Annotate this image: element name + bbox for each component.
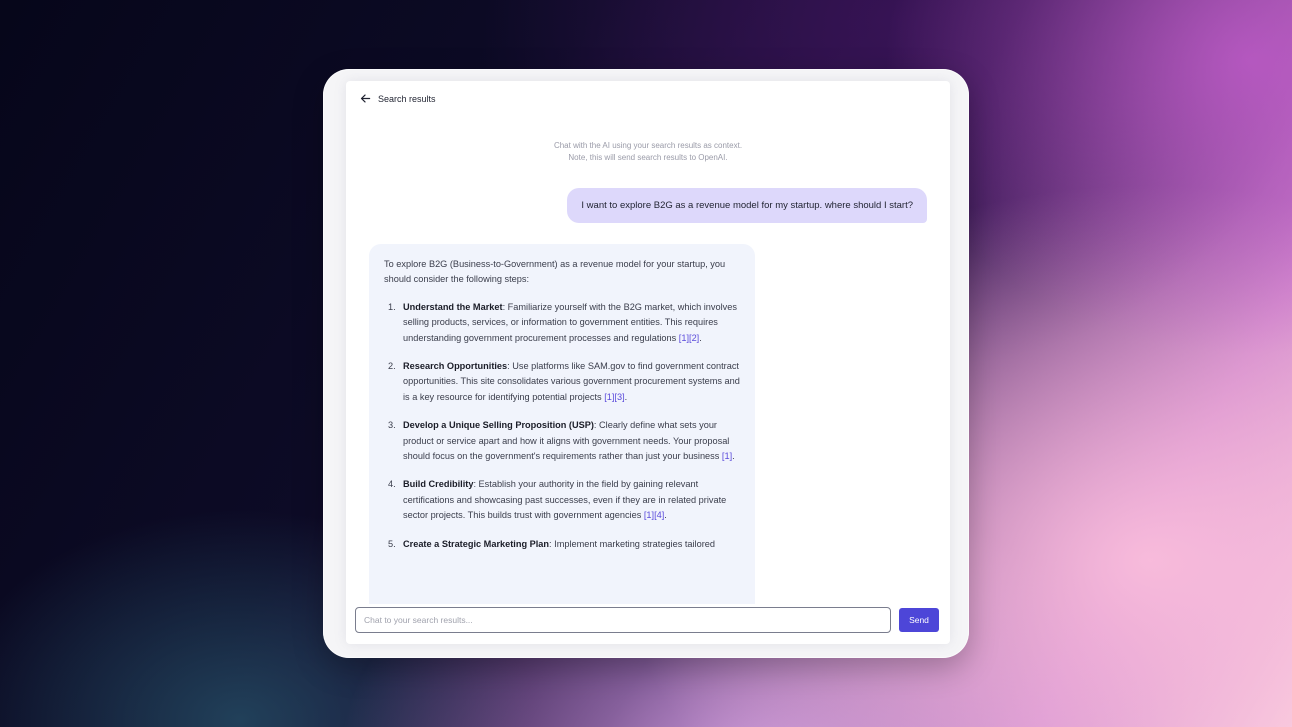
citation-link[interactable]: [1][2] <box>679 333 699 343</box>
chat-composer: Send <box>355 606 939 634</box>
step-end: . <box>732 451 735 462</box>
ai-message: To explore B2G (Business-to-Government) … <box>369 244 755 604</box>
ai-steps-list: 1. Understand the Market: Familiarize yo… <box>384 300 741 552</box>
step-number: 5. <box>388 538 396 549</box>
list-item: 2. Research Opportunities: Use platforms… <box>384 359 741 405</box>
back-to-search-results[interactable]: Search results <box>360 93 436 104</box>
list-item: 3. Develop a Unique Selling Proposition … <box>384 418 741 464</box>
ai-intro: To explore B2G (Business-to-Government) … <box>384 259 726 285</box>
step-end: . <box>664 510 667 521</box>
step-title: Develop a Unique Selling Proposition (US… <box>403 420 594 431</box>
step-end: . <box>624 391 628 402</box>
step-number: 4. <box>388 479 396 490</box>
chat-screen: Search results Chat with the AI using yo… <box>346 81 950 644</box>
citation-link[interactable]: [1] <box>722 451 732 461</box>
hint-line-2: Note, this will send search results to O… <box>568 153 728 162</box>
step-number: 3. <box>388 420 396 431</box>
device-frame: Search results Chat with the AI using yo… <box>323 69 969 658</box>
back-label: Search results <box>378 93 436 104</box>
hint-line-1: Chat with the AI using your search resul… <box>553 141 743 150</box>
step-end: . <box>699 332 702 343</box>
list-item: 1. Understand the Market: Familiarize yo… <box>384 300 741 346</box>
step-title: Research Opportunities <box>403 361 508 372</box>
list-item: 4. Build Credibility: Establish your aut… <box>384 477 741 523</box>
send-button[interactable]: Send <box>899 608 939 632</box>
list-item: 5. Create a Strategic Marketing Plan: Im… <box>384 537 741 552</box>
user-message: I want to explore B2G as a revenue model… <box>567 188 927 223</box>
step-title: Create a Strategic Marketing Plan <box>403 538 550 549</box>
citation-link[interactable]: [1][3] <box>604 392 624 402</box>
step-title: Build Credibility <box>403 479 474 490</box>
step-number: 1. <box>388 301 396 312</box>
context-hint: Chat with the AI using your search resul… <box>346 140 950 164</box>
step-text: : Implement marketing strategies tailore… <box>549 538 715 549</box>
step-title: Understand the Market <box>403 301 503 312</box>
citation-link[interactable]: [1][4] <box>644 510 664 520</box>
step-number: 2. <box>388 361 396 372</box>
arrow-left-icon <box>360 94 371 103</box>
chat-input[interactable] <box>355 607 891 633</box>
